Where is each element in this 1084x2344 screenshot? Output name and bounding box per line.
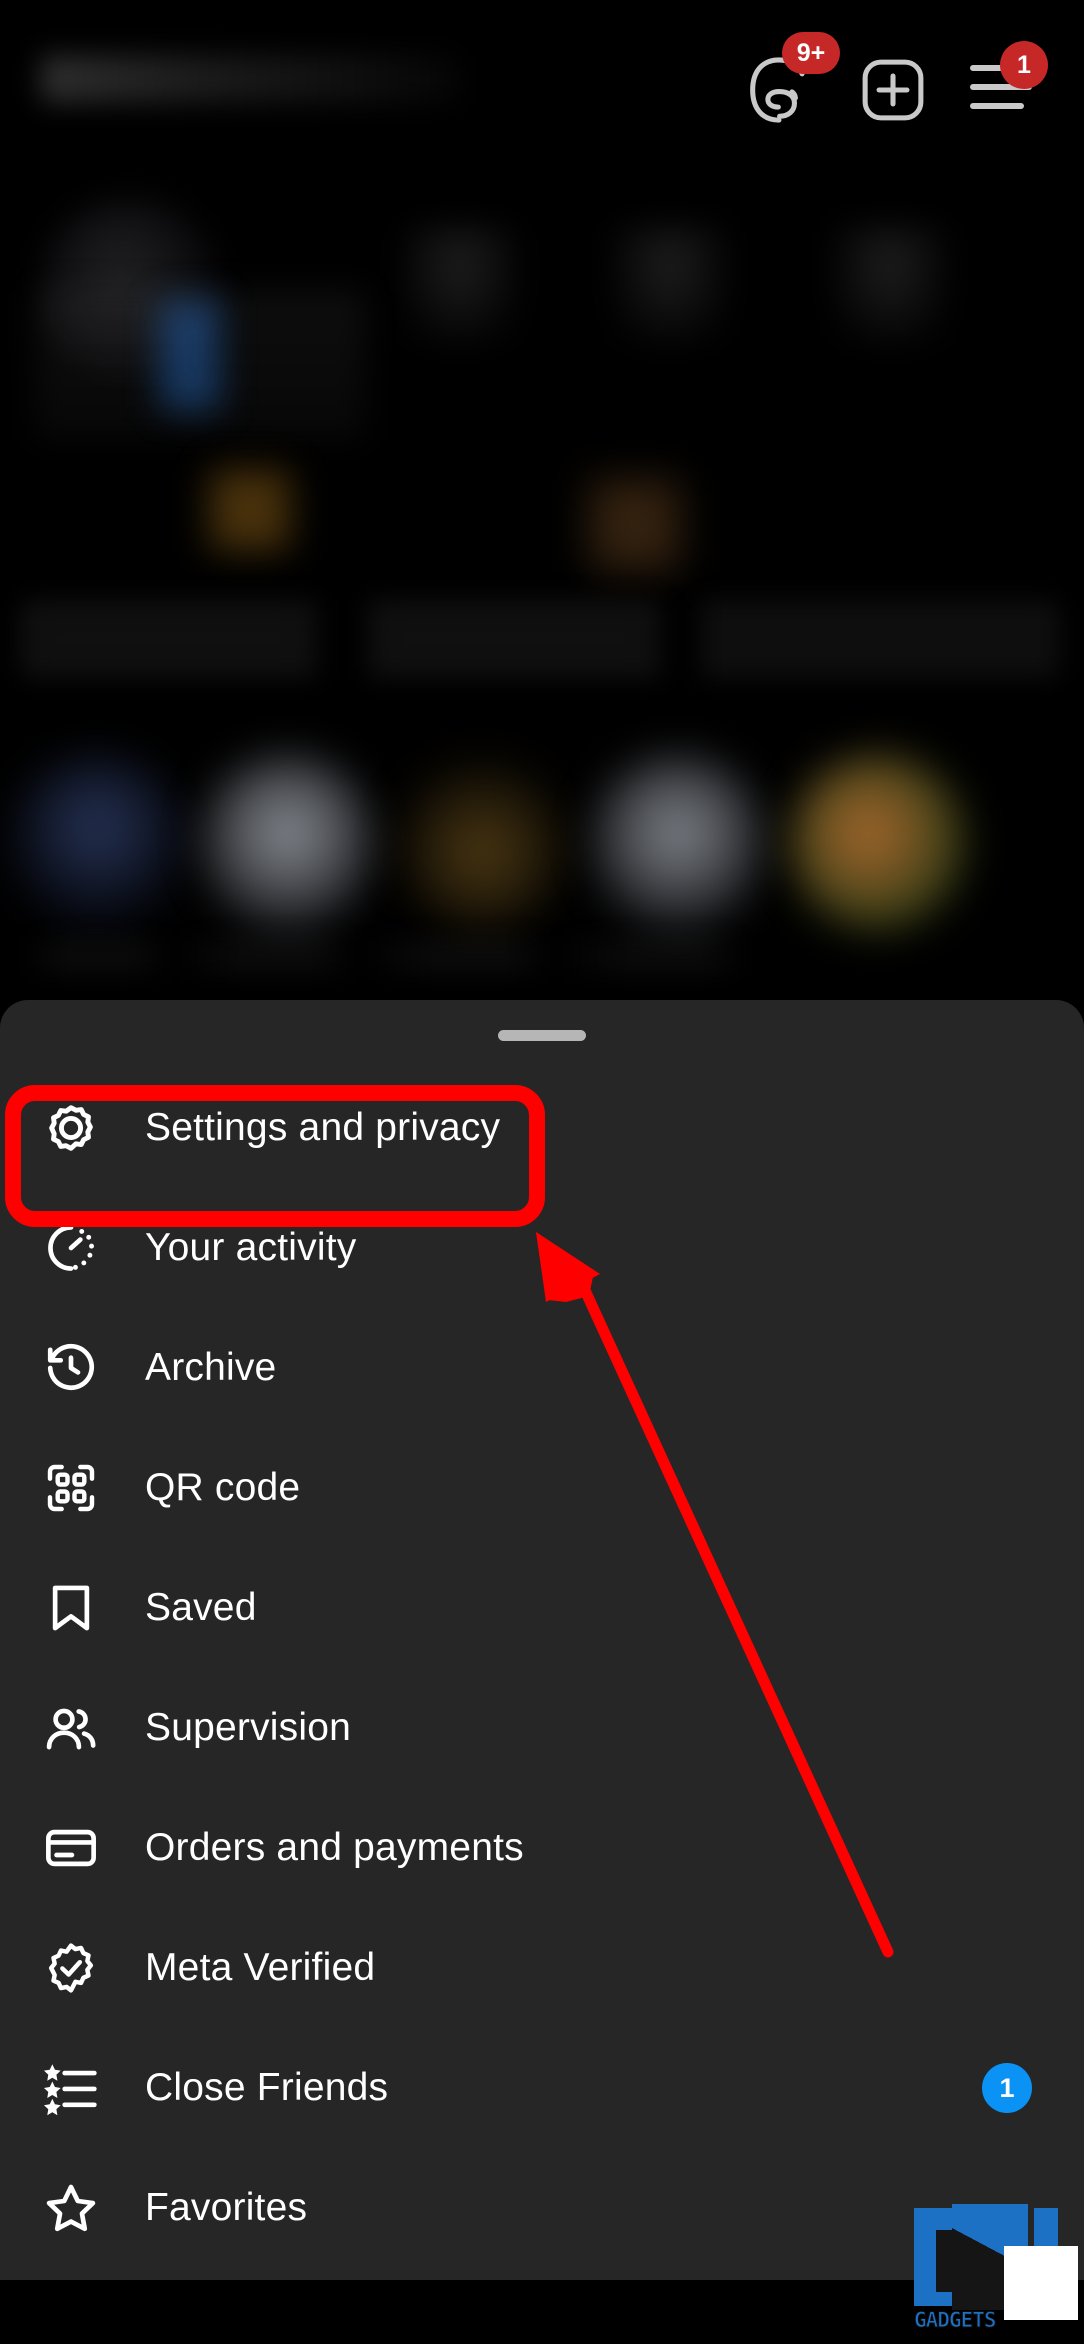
menu-item-supervision[interactable]: Supervision bbox=[0, 1668, 1084, 1788]
blurred-highlight-labels bbox=[0, 935, 1084, 975]
menu-notification-badge: 1 bbox=[1000, 41, 1048, 89]
credit-card-icon bbox=[40, 1817, 102, 1879]
menu-item-label: Saved bbox=[145, 1586, 257, 1629]
blurred-bio-accent-blue bbox=[160, 300, 220, 410]
menu-item-label: Settings and privacy bbox=[145, 1106, 501, 1149]
menu-item-saved[interactable]: Saved bbox=[0, 1548, 1084, 1668]
threads-button[interactable]: 9+ bbox=[740, 32, 840, 128]
blurred-story-highlight bbox=[590, 755, 765, 930]
blurred-story-highlight bbox=[200, 755, 375, 930]
menu-item-label: Orders and payments bbox=[145, 1826, 524, 1869]
threads-notification-badge: 9+ bbox=[782, 32, 840, 74]
menu-item-label: Close Friends bbox=[145, 2066, 389, 2109]
gear-icon bbox=[40, 1097, 102, 1159]
qr-code-icon bbox=[40, 1457, 102, 1519]
star-list-icon bbox=[40, 2057, 102, 2119]
menu-item-orders-and-payments[interactable]: Orders and payments bbox=[0, 1788, 1084, 1908]
menu-item-label: Supervision bbox=[145, 1706, 351, 1749]
blurred-story-highlight bbox=[10, 755, 185, 930]
verified-badge-icon bbox=[40, 1937, 102, 1999]
plus-square-icon bbox=[862, 59, 924, 121]
blurred-bio-accent-amber-2 bbox=[590, 480, 680, 570]
phone-screenshot: 9+ 1 Settings and privacy Your activity … bbox=[0, 0, 1084, 2344]
activity-clock-icon bbox=[40, 1217, 102, 1279]
top-bar: 9+ 1 bbox=[0, 0, 1084, 135]
menu-item-label: Your activity bbox=[145, 1226, 357, 1269]
watermark-white-block bbox=[1004, 2246, 1078, 2320]
watermark-text: GADGETS bbox=[914, 2308, 998, 2333]
blurred-bio-accent-amber bbox=[210, 470, 290, 550]
archive-clock-icon bbox=[40, 1337, 102, 1399]
blurred-stat-posts bbox=[400, 225, 520, 345]
menu-item-your-activity[interactable]: Your activity bbox=[0, 1188, 1084, 1308]
blurred-story-highlight bbox=[790, 755, 965, 930]
menu-item-label: Favorites bbox=[145, 2186, 308, 2229]
menu-item-label: Meta Verified bbox=[145, 1946, 376, 1989]
drag-handle[interactable] bbox=[498, 1030, 586, 1041]
people-icon bbox=[40, 1697, 102, 1759]
menu-item-meta-verified[interactable]: Meta Verified bbox=[0, 1908, 1084, 2028]
menu-item-close-friends[interactable]: Close Friends 1 bbox=[0, 2028, 1084, 2148]
close-friends-count-badge: 1 bbox=[982, 2063, 1032, 2113]
star-icon bbox=[40, 2177, 102, 2239]
menu-item-label: Archive bbox=[145, 1346, 277, 1389]
menu-item-qr-code[interactable]: QR code bbox=[0, 1428, 1084, 1548]
close-friends-badge-wrapper: 1 bbox=[982, 2063, 1032, 2113]
bookmark-icon bbox=[40, 1577, 102, 1639]
blurred-profile-buttons bbox=[20, 600, 1060, 678]
menu-item-label: QR code bbox=[145, 1466, 301, 1509]
menu-bottom-sheet: Settings and privacy Your activity Archi… bbox=[0, 1000, 1084, 2280]
watermark-logo: GADGETS bbox=[906, 2194, 1078, 2344]
menu-list: Settings and privacy Your activity Archi… bbox=[0, 1068, 1084, 2268]
menu-item-archive[interactable]: Archive bbox=[0, 1308, 1084, 1428]
menu-item-settings-and-privacy[interactable]: Settings and privacy bbox=[0, 1068, 1084, 1188]
blurred-story-highlight bbox=[395, 755, 570, 930]
blurred-stat-following bbox=[830, 225, 950, 345]
blurred-stat-followers bbox=[610, 225, 730, 345]
hamburger-menu-button[interactable]: 1 bbox=[970, 41, 1048, 115]
create-button[interactable] bbox=[855, 52, 931, 128]
